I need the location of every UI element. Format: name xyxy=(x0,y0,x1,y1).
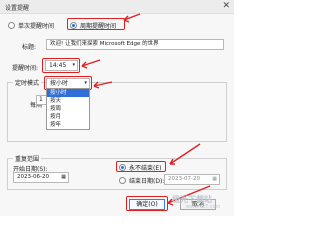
reminder-settings-dialog: 设置提醒 ✕ 单次提醒时间 周期提醒时间 标题: 欢迎! 让我们来探索 Micr… xyxy=(0,0,234,216)
annotation-arrows xyxy=(81,13,211,206)
watermark-url: www.xz7.com xyxy=(186,204,221,210)
annotation-arrow xyxy=(169,143,201,165)
